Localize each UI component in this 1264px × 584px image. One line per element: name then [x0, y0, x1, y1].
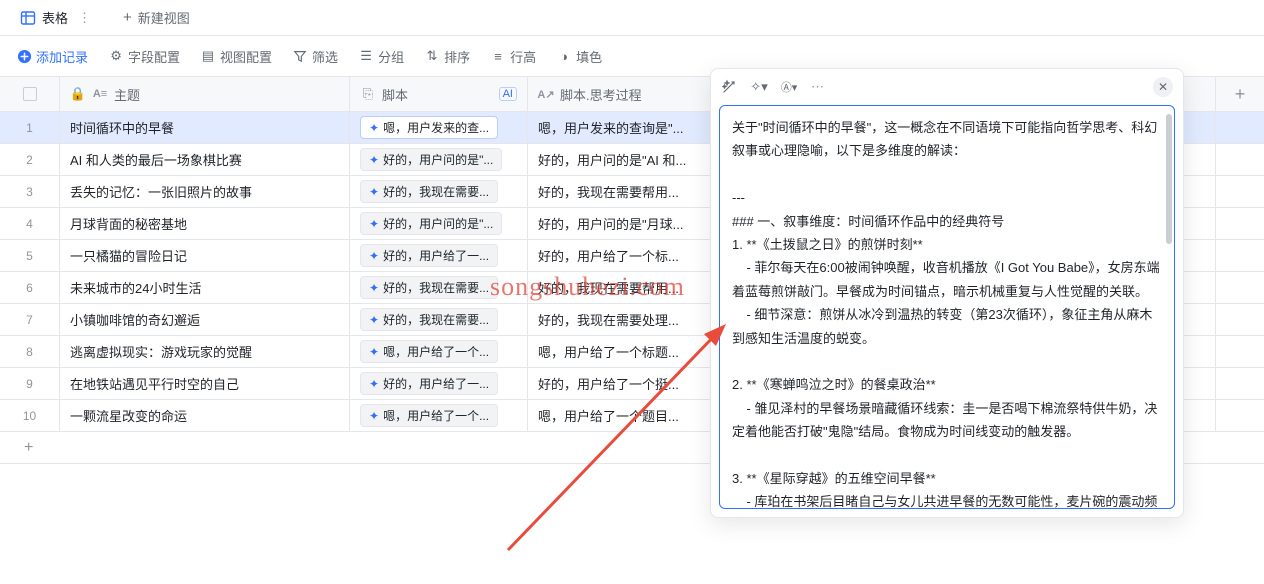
scrollbar-thumb[interactable]: [1166, 114, 1172, 244]
cell-topic[interactable]: 未来城市的24小时生活: [60, 272, 350, 303]
fill-button[interactable]: ◑ 填色: [556, 47, 602, 66]
ai-chip-icon: ✦: [369, 217, 379, 231]
fill-icon: ◑: [556, 48, 572, 64]
plus-circle-icon: [16, 48, 32, 64]
cell-topic[interactable]: 月球背面的秘密基地: [60, 208, 350, 239]
column-header-script[interactable]: ⎘ 脚本 AI: [350, 77, 528, 111]
cell-script[interactable]: ✦好的，用户问的是"...: [350, 208, 528, 239]
cell-script[interactable]: ✦好的，我现在需要...: [350, 176, 528, 207]
ai-detail-panel: ✧▾ Ⓐ▾ ⋯ ✕ 关于"时间循环中的早餐"，这一概念在不同语境下可能指向哲学思…: [710, 68, 1184, 518]
cell-script[interactable]: ✦嗯，用户给了一个...: [350, 336, 528, 367]
lock-icon: 🔒: [70, 86, 86, 102]
cell-script[interactable]: ✦好的，用户给了一...: [350, 368, 528, 399]
cell-topic[interactable]: 小镇咖啡馆的奇幻邂逅: [60, 304, 350, 335]
panel-text: 关于"时间循环中的早餐"，这一概念在不同语境下可能指向哲学思考、科幻叙事或心理隐…: [732, 116, 1162, 509]
cell-script[interactable]: ✦嗯，用户给了一个...: [350, 400, 528, 431]
cell-topic[interactable]: AI 和人类的最后一场象棋比赛: [60, 144, 350, 175]
more-icon[interactable]: ⋯: [811, 79, 824, 95]
plus-icon: +: [123, 9, 132, 26]
row-index: 8: [0, 336, 60, 367]
add-record-button[interactable]: 添加记录: [16, 47, 88, 66]
sparkle-icon[interactable]: ✧▾: [751, 79, 767, 95]
row-index: 2: [0, 144, 60, 175]
layout-icon: ▤: [200, 48, 216, 64]
refresh-icon[interactable]: Ⓐ▾: [781, 79, 797, 95]
cell-topic[interactable]: 时间循环中的早餐: [60, 112, 350, 143]
row-height-icon: ≡: [490, 48, 506, 64]
ai-badge: AI: [499, 87, 517, 101]
group-icon: ☰: [358, 48, 374, 64]
sort-icon: ⇅: [424, 48, 440, 64]
ai-chip-icon: ✦: [369, 313, 379, 327]
view-tabs-bar: 表格 ⋮ + 新建视图: [0, 0, 1264, 36]
ai-chip-icon: ✦: [369, 153, 379, 167]
ai-chip-icon: ✦: [369, 185, 379, 199]
column-header-topic[interactable]: 🔒 A≡ 主题: [60, 77, 350, 111]
cell-script[interactable]: ✦好的，我现在需要...: [350, 304, 528, 335]
cell-topic[interactable]: 一颗流星改变的命运: [60, 400, 350, 431]
view-tab-grid[interactable]: 表格 ⋮: [12, 2, 99, 33]
cell-script[interactable]: ✦好的，用户给了一...: [350, 240, 528, 271]
row-index: 9: [0, 368, 60, 399]
group-button[interactable]: ☰ 分组: [358, 47, 404, 66]
magic-icon[interactable]: [721, 79, 737, 95]
lookup-icon: ⎘: [360, 86, 376, 102]
panel-toolbar: ✧▾ Ⓐ▾ ⋯ ✕: [711, 69, 1183, 105]
cell-topic[interactable]: 丢失的记忆：一张旧照片的故事: [60, 176, 350, 207]
ai-chip-icon: ✦: [369, 377, 379, 391]
cell-topic[interactable]: 一只橘猫的冒险日记: [60, 240, 350, 271]
cell-script[interactable]: ✦嗯，用户发来的查...: [350, 112, 528, 143]
more-icon[interactable]: ⋮: [78, 10, 91, 26]
grid-icon: [20, 10, 36, 26]
row-height-button[interactable]: ≡ 行高: [490, 47, 536, 66]
row-index: 4: [0, 208, 60, 239]
cell-topic[interactable]: 逃离虚拟现实：游戏玩家的觉醒: [60, 336, 350, 367]
view-tab-label: 表格: [42, 8, 68, 27]
cell-topic[interactable]: 在地铁站遇见平行时空的自己: [60, 368, 350, 399]
text-field-icon: A≡: [92, 86, 108, 102]
cell-script[interactable]: ✦好的，用户问的是"...: [350, 144, 528, 175]
ai-chip-icon: ✦: [369, 345, 379, 359]
filter-icon: [292, 48, 308, 64]
filter-button[interactable]: 筛选: [292, 47, 338, 66]
row-index: 3: [0, 176, 60, 207]
gear-icon: ⚙: [108, 48, 124, 64]
row-index: 6: [0, 272, 60, 303]
new-view-button[interactable]: + 新建视图: [115, 2, 198, 33]
field-config-button[interactable]: ⚙ 字段配置: [108, 47, 180, 66]
row-index: 10: [0, 400, 60, 431]
formula-icon: A↗: [538, 86, 554, 102]
ai-chip-icon: ✦: [369, 121, 379, 135]
panel-content[interactable]: 关于"时间循环中的早餐"，这一概念在不同语境下可能指向哲学思考、科幻叙事或心理隐…: [719, 105, 1175, 509]
new-view-label: 新建视图: [138, 8, 190, 27]
view-config-button[interactable]: ▤ 视图配置: [200, 47, 272, 66]
row-index: 5: [0, 240, 60, 271]
ai-chip-icon: ✦: [369, 409, 379, 423]
row-index: 7: [0, 304, 60, 335]
header-checkbox-cell[interactable]: [0, 77, 60, 111]
sort-button[interactable]: ⇅ 排序: [424, 47, 470, 66]
cell-script[interactable]: ✦好的，我现在需要...: [350, 272, 528, 303]
select-all-checkbox[interactable]: [23, 87, 37, 101]
row-index: 1: [0, 112, 60, 143]
ai-chip-icon: ✦: [369, 281, 379, 295]
close-button[interactable]: ✕: [1153, 77, 1173, 97]
ai-chip-icon: ✦: [369, 249, 379, 263]
add-column-button[interactable]: +: [1216, 77, 1264, 111]
